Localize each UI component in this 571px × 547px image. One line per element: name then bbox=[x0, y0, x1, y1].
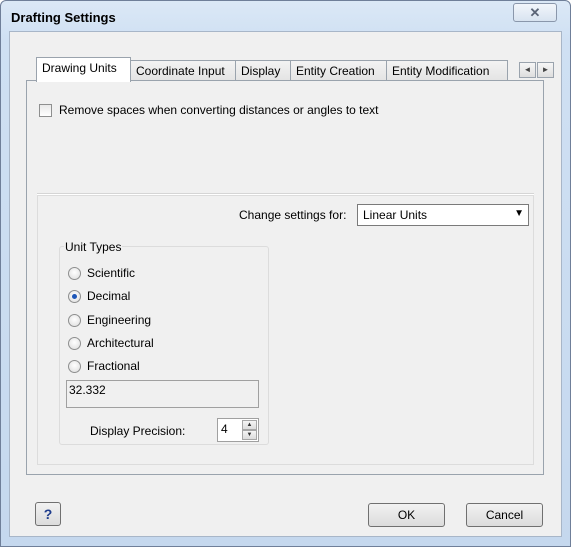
tab-label: Entity Modification bbox=[392, 64, 490, 78]
radio-label-scientific: Scientific bbox=[87, 266, 136, 280]
window-title: Drafting Settings bbox=[11, 10, 116, 25]
close-icon: ✕ bbox=[529, 5, 541, 20]
cancel-button[interactable]: Cancel bbox=[466, 503, 543, 527]
radio-label-decimal: Decimal bbox=[87, 289, 131, 303]
stepper-down-icon[interactable]: ▼ bbox=[242, 430, 257, 440]
change-settings-label: Change settings for: bbox=[239, 208, 347, 222]
tab-drawing-units[interactable]: Drawing Units bbox=[36, 57, 131, 82]
tab-label: Drawing Units bbox=[42, 61, 117, 75]
question-icon: ? bbox=[43, 506, 53, 522]
radio-label-architectural: Architectural bbox=[87, 336, 154, 350]
display-precision-stepper[interactable]: 4 ▲ ▼ bbox=[217, 418, 259, 442]
tab-scroll-left-icon[interactable]: ◄ bbox=[519, 62, 536, 78]
tab-coordinate-input[interactable]: Coordinate Input bbox=[130, 60, 236, 81]
radio-architectural[interactable] bbox=[68, 337, 81, 350]
unit-preview-field: 32.332 bbox=[66, 380, 259, 408]
tab-label: Coordinate Input bbox=[136, 64, 225, 78]
close-button[interactable]: ✕ bbox=[513, 3, 557, 22]
select-value: Linear Units bbox=[363, 208, 428, 222]
change-settings-select[interactable]: Linear Units ▼ bbox=[357, 204, 529, 226]
tab-entity-creation[interactable]: Entity Creation bbox=[290, 60, 387, 81]
radio-decimal[interactable] bbox=[68, 290, 81, 303]
radio-label-fractional: Fractional bbox=[87, 359, 140, 373]
radio-scientific[interactable] bbox=[68, 267, 81, 280]
tab-display[interactable]: Display bbox=[235, 60, 291, 81]
display-precision-label: Display Precision: bbox=[90, 424, 186, 438]
unit-types-legend: Unit Types bbox=[64, 240, 123, 254]
remove-spaces-checkbox[interactable] bbox=[39, 104, 52, 117]
radio-engineering[interactable] bbox=[68, 314, 81, 327]
stepper-up-icon[interactable]: ▲ bbox=[242, 420, 257, 430]
help-button[interactable]: ? bbox=[35, 502, 61, 526]
stepper-buttons: ▲ ▼ bbox=[242, 420, 257, 440]
tab-label: Display bbox=[241, 64, 281, 78]
remove-spaces-label: Remove spaces when converting distances … bbox=[59, 103, 379, 117]
display-precision-value[interactable]: 4 bbox=[221, 422, 228, 436]
chevron-down-icon: ▼ bbox=[514, 208, 524, 219]
ok-button[interactable]: OK bbox=[368, 503, 445, 527]
tab-scroll-right-icon[interactable]: ► bbox=[537, 62, 554, 78]
radio-fractional[interactable] bbox=[68, 360, 81, 373]
radio-label-engineering: Engineering bbox=[87, 313, 152, 327]
tab-label: Entity Creation bbox=[296, 64, 375, 78]
tab-entity-modification[interactable]: Entity Modification bbox=[386, 60, 508, 81]
